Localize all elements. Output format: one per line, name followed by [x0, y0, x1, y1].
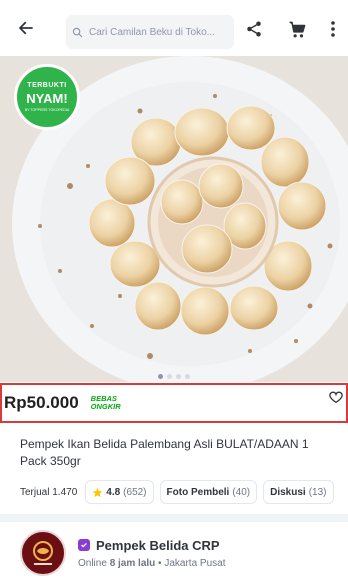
status-separator: •	[158, 557, 162, 569]
free-shipping-line2: ONGKIR	[90, 402, 121, 411]
cart-button[interactable]	[286, 18, 308, 40]
nyam-badge: TERBUKTI NYAM! BY TOPPERS TOKOPEDIA	[14, 64, 80, 130]
star-icon	[92, 487, 103, 497]
pagination-dot[interactable]	[185, 374, 190, 379]
product-price: Rp50.000	[4, 393, 79, 412]
badge-main-text: NYAM!	[26, 91, 68, 106]
sold-count: Terjual 1.470	[20, 486, 78, 498]
search-bar[interactable]: Cari Camilan Beku di Toko...	[66, 15, 234, 49]
price-section: Rp50.000 BEBAS ONGKIR	[0, 383, 348, 423]
product-title: Pempek Ikan Belida Palembang Asli BULAT/…	[20, 437, 309, 468]
rating-value: 4.8	[106, 486, 121, 498]
more-vertical-icon	[331, 21, 335, 37]
section-divider	[0, 514, 348, 522]
pagination-dot[interactable]	[158, 374, 163, 379]
buyer-photos-count: (40)	[232, 486, 251, 498]
discussion-count: (13)	[308, 486, 327, 498]
shop-info-row[interactable]: Pempek Belida CRP Online 8 jam lalu • Ja…	[20, 530, 226, 576]
free-shipping-badge: BEBAS ONGKIR	[91, 395, 121, 411]
badge-top-text: TERBUKTI	[27, 82, 67, 89]
search-input[interactable]: Cari Camilan Beku di Toko...	[89, 27, 215, 38]
share-button[interactable]	[243, 18, 265, 40]
buyer-photos-label: Foto Pembeli	[166, 486, 230, 498]
back-arrow-icon	[19, 21, 33, 35]
product-stats: Terjual 1.470 4.8 (652) Foto Pembeli (40…	[20, 480, 334, 504]
badge-bottom-text: BY TOPPERS TOKOPEDIA	[24, 108, 70, 112]
buyer-photos-chip[interactable]: Foto Pembeli (40)	[159, 480, 258, 504]
shop-online-label: Online	[78, 557, 107, 569]
cart-icon	[289, 21, 305, 37]
shop-last-active: 8 jam lalu	[109, 557, 156, 569]
pagination-dot[interactable]	[176, 374, 181, 379]
top-app-bar: Cari Camilan Beku di Toko...	[0, 0, 348, 56]
search-icon	[72, 27, 83, 37]
share-icon	[247, 21, 261, 37]
wishlist-heart-icon[interactable]	[328, 389, 344, 405]
shop-details: Pempek Belida CRP Online 8 jam lalu • Ja…	[78, 538, 226, 569]
shop-status: Online 8 jam lalu • Jakarta Pusat	[78, 558, 226, 569]
shop-location: Jakarta Pusat	[164, 557, 226, 569]
rating-count: (652)	[123, 486, 147, 498]
discussion-chip[interactable]: Diskusi (13)	[263, 480, 334, 504]
gallery-pagination	[0, 374, 348, 379]
shop-logo-icon	[33, 541, 53, 565]
discussion-label: Diskusi	[270, 486, 306, 498]
more-menu-button[interactable]	[322, 18, 344, 40]
shop-avatar[interactable]	[20, 530, 66, 576]
official-store-badge-icon	[78, 539, 90, 551]
pagination-dot[interactable]	[167, 374, 172, 379]
back-button[interactable]	[0, 0, 52, 56]
rating-chip[interactable]: 4.8 (652)	[85, 480, 154, 504]
product-image[interactable]: TERBUKTI NYAM! BY TOPPERS TOKOPEDIA	[0, 56, 348, 382]
shop-name-row: Pempek Belida CRP	[78, 538, 226, 553]
shop-name[interactable]: Pempek Belida CRP	[96, 538, 220, 553]
